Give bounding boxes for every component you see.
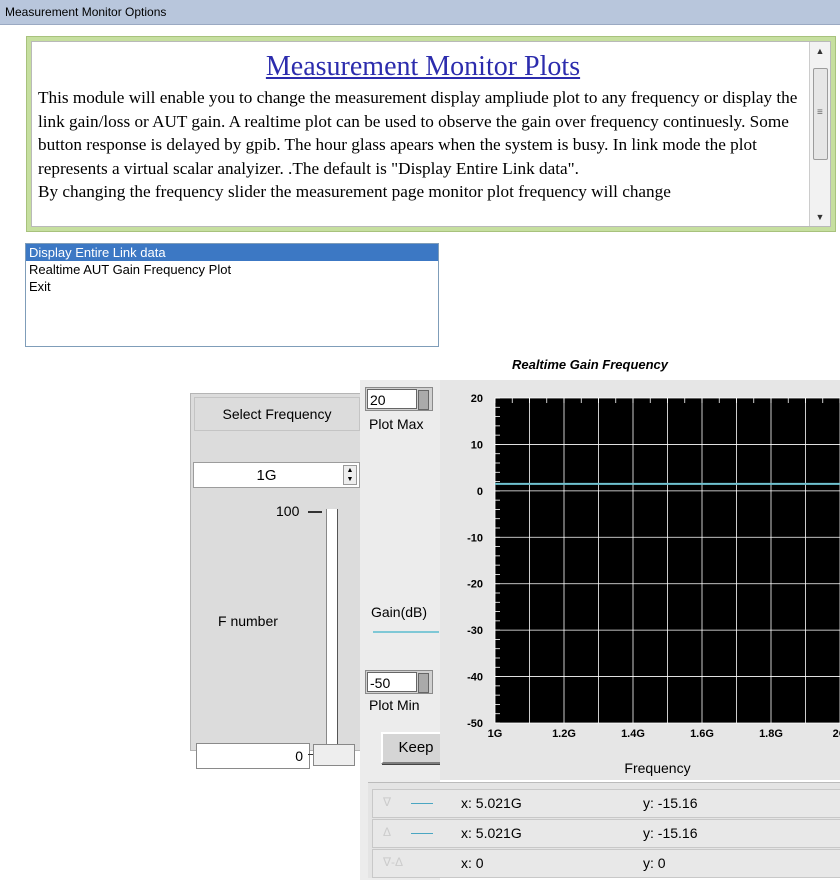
plot-min-label: Plot Min [369, 697, 420, 713]
help-body: This module will enable you to change th… [38, 88, 798, 178]
frequency-spinner[interactable]: 1G ▲ ▼ [193, 462, 360, 488]
list-item-display-entire-link[interactable]: Display Entire Link data [26, 244, 438, 261]
chart-title: Realtime Gain Frequency [511, 357, 669, 372]
window-title: Measurement Monitor Options [5, 5, 167, 19]
grip-icon: ≡ [817, 107, 823, 118]
plot-max-input[interactable]: 20 [367, 389, 417, 409]
cursor-x-value: x: 0 [461, 855, 484, 871]
frequency-slider-thumb[interactable] [313, 744, 355, 766]
cursor-line-swatch [411, 803, 433, 804]
x-tick-label: 1G [488, 728, 503, 740]
spinner-grip-icon[interactable] [418, 673, 429, 693]
gain-legend-swatch [373, 631, 439, 633]
x-axis-label: Frequency [624, 760, 690, 776]
spinner-arrows-icon[interactable]: ▲ ▼ [343, 465, 357, 485]
frequency-slider-track[interactable] [326, 509, 338, 751]
plot-min-spinner[interactable]: -50 [365, 670, 433, 694]
gain-legend-label: Gain(dB) [371, 604, 428, 620]
x-tick-label: 1.8G [759, 728, 783, 740]
cursor-marker-icon: ∇ [383, 795, 392, 809]
gain-frequency-chart[interactable]: 20 10 0 -10 -20 -30 -40 -50 1G 1.2G 1.4G 1.6G 1.8G 2G… [440, 380, 840, 780]
x-tick-label: 1.4G [621, 728, 645, 740]
slider-value: 0 [295, 748, 303, 764]
y-tick-label: 10 [471, 439, 483, 451]
cursor-row[interactable]: ∇-Δ x: 0 y: 0 [372, 849, 840, 878]
x-tick-label: 1.2G [552, 728, 576, 740]
list-item-realtime-aut-gain[interactable]: Realtime AUT Gain Frequency Plot [26, 261, 438, 278]
cursor-y-value: y: -15.16 [643, 825, 698, 841]
cursor-row[interactable]: Δ x: 5.021G y: -15.16 [372, 819, 840, 848]
y-tick-label: 20 [471, 393, 483, 405]
cursor-y-value: y: 0 [643, 855, 666, 871]
y-tick-label: -50 [467, 718, 483, 730]
x-tick-label: 2G [833, 728, 840, 740]
spinner-grip-icon[interactable] [418, 390, 429, 410]
y-tick-label: -10 [467, 532, 483, 544]
plot-max-label: Plot Max [369, 416, 424, 432]
scroll-thumb[interactable]: ≡ [813, 68, 828, 160]
help-panel: Measurement Monitor Plots This module wi… [26, 36, 836, 232]
list-item-exit[interactable]: Exit [26, 278, 438, 295]
select-frequency-button[interactable]: Select Frequency [194, 397, 360, 431]
f-number-label: F number [218, 613, 278, 629]
help-body-continued: By changing the frequency slider the mea… [38, 182, 671, 201]
help-title: Measurement Monitor Plots [265, 51, 581, 82]
slider-tick-mark [308, 511, 322, 513]
options-list[interactable]: Display Entire Link data Realtime AUT Ga… [25, 243, 439, 347]
cursor-delta-icon: ∇-Δ [383, 855, 404, 869]
help-scrollbar[interactable]: ▲ ≡ ▼ [809, 42, 830, 226]
y-tick-label: -40 [467, 672, 483, 684]
slider-value-field[interactable]: 0 [196, 743, 310, 769]
x-tick-label: 1.6G [690, 728, 714, 740]
scroll-up-icon[interactable]: ▲ [810, 42, 830, 60]
chart-svg[interactable]: 20 10 0 -10 -20 -30 -40 -50 1G 1.2G 1.4G 1.6G 1.8G 2G… [440, 380, 840, 780]
scroll-down-icon[interactable]: ▼ [810, 208, 830, 226]
cursor-marker-icon: Δ [383, 825, 392, 839]
cursor-row[interactable]: ∇ x: 5.021G y: -15.16 [372, 789, 840, 818]
window-title-bar: Measurement Monitor Options [0, 0, 840, 25]
help-content[interactable]: Measurement Monitor Plots This module wi… [31, 41, 831, 227]
frequency-value[interactable]: 1G [194, 467, 339, 484]
y-tick-label: -30 [467, 625, 483, 637]
cursor-readout-panel: ∇ x: 5.021G y: -15.16 Δ x: 5.021G y: -15… [368, 782, 840, 878]
cursor-line-swatch [411, 833, 433, 834]
y-tick-label: 0 [477, 486, 483, 498]
slider-max-label: 100 [276, 503, 300, 519]
cursor-y-value: y: -15.16 [643, 795, 698, 811]
plot-max-spinner[interactable]: 20 [365, 387, 433, 411]
cursor-x-value: x: 5.021G [461, 795, 522, 811]
plot-min-input[interactable]: -50 [367, 672, 417, 692]
y-tick-label: -20 [467, 579, 483, 591]
cursor-x-value: x: 5.021G [461, 825, 522, 841]
